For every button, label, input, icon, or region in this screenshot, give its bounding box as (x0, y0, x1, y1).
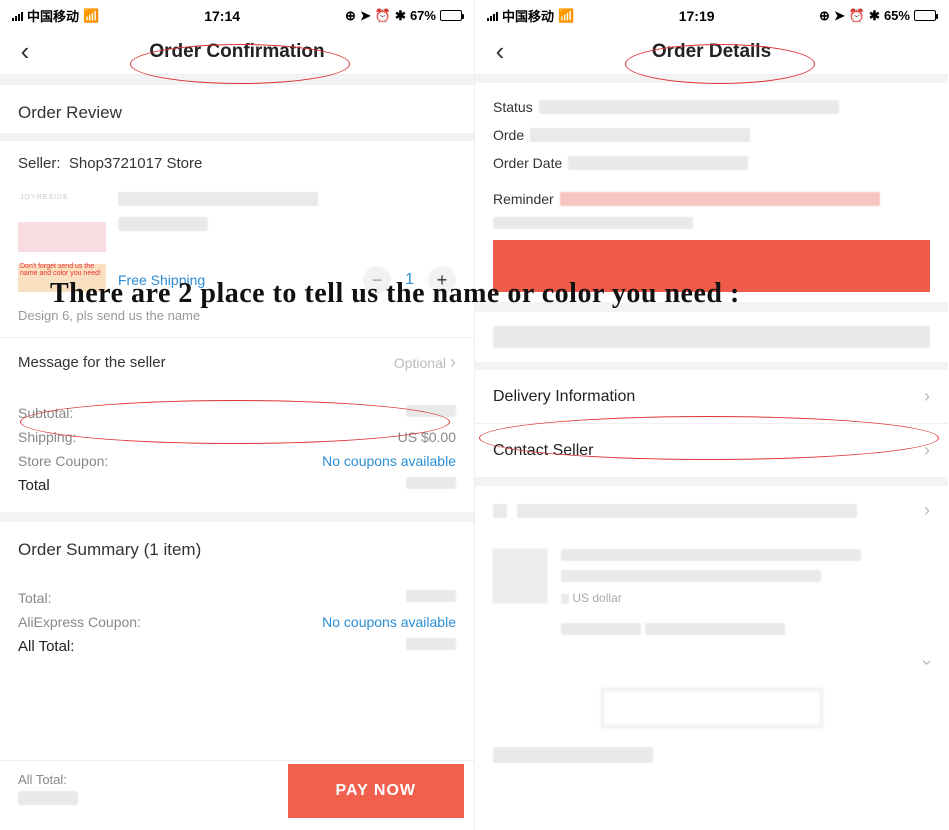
pay-now-button[interactable]: PAY NOW (288, 764, 465, 818)
rotation-lock-icon: ⊕ (819, 8, 830, 24)
product-thumbnail[interactable] (493, 549, 547, 603)
page-title: Order Details (652, 41, 771, 63)
order-action-button[interactable] (602, 689, 822, 727)
alarm-icon: ⏰ (849, 8, 865, 24)
seller-label: Seller: (18, 155, 61, 172)
store-coupon-value[interactable]: No coupons available (322, 453, 456, 469)
message-for-seller-row[interactable]: Message for the seller Optional › (0, 337, 474, 387)
chevron-right-icon: › (924, 440, 930, 461)
currency-hint: US dollar (572, 591, 621, 605)
status-bar: 中国移动 📶 17:19 ⊕ ➤ ⏰ ✱ 65% (475, 0, 948, 29)
store-row[interactable]: › (475, 486, 948, 535)
variant-note: Design 6, pls send us the name (0, 300, 474, 337)
qty-minus-button[interactable]: − (363, 266, 391, 294)
phone-order-confirmation: 中国移动 📶 17:14 ⊕ ➤ ⏰ ✱ 67% ‹ Order Confirm… (0, 0, 474, 830)
bluetooth-icon: ✱ (395, 8, 406, 24)
shipping-label2: Shipping: (18, 429, 76, 445)
battery-icon (440, 10, 462, 21)
product-row[interactable]: JOYRESIDE Don't forget send us the name … (0, 186, 474, 300)
delivery-info-row[interactable]: Delivery Information › (475, 370, 948, 424)
signal-icon (12, 11, 23, 21)
battery-pct: 67% (410, 8, 436, 23)
qty-value: 1 (405, 271, 414, 289)
seller-name: Shop3721017 Store (69, 155, 202, 172)
order-summary-heading: Order Summary (1 item) (0, 522, 474, 572)
back-button[interactable]: ‹ (10, 37, 40, 67)
shipping-label: Free Shipping (118, 272, 205, 288)
rotation-lock-icon: ⊕ (345, 8, 356, 24)
price-calc-block: Subtotal: Shipping: US $0.00 Store Coupon… (0, 387, 474, 512)
bottombar-total-label: All Total: (18, 772, 78, 787)
order-date-label: Order Date (493, 155, 562, 171)
page-title: Order Confirmation (149, 41, 324, 63)
status-bar: 中国移动 📶 17:14 ⊕ ➤ ⏰ ✱ 67% (0, 0, 474, 29)
bottom-bar: All Total: PAY NOW (0, 760, 474, 820)
seller-row: Seller: Shop3721017 Store (0, 141, 474, 186)
reminder-label: Reminder (493, 191, 554, 207)
chevron-right-icon: › (924, 386, 930, 407)
contact-seller-row[interactable]: Contact Seller › (475, 424, 948, 478)
order-label: Orde (493, 127, 524, 143)
all-total-label: All Total: (18, 638, 74, 655)
wifi-icon: 📶 (558, 8, 574, 24)
summary-block: Total: AliExpress Coupon: No coupons avai… (0, 572, 474, 673)
status-label: Status (493, 99, 533, 115)
product-price-blur (118, 217, 208, 231)
ali-coupon-label: AliExpress Coupon: (18, 614, 141, 630)
contact-label: Contact Seller (493, 442, 594, 460)
carrier-label: 中国移动 (502, 6, 554, 25)
location-icon: ➤ (834, 8, 845, 24)
status-time: 17:19 (679, 8, 715, 24)
back-button[interactable]: ‹ (485, 37, 515, 67)
wifi-icon: 📶 (83, 8, 99, 24)
red-banner (493, 240, 930, 292)
qty-plus-button[interactable]: + (428, 266, 456, 294)
order-meta-block: Status Orde Order Date Reminder (475, 83, 948, 302)
shipping-value: US $0.00 (398, 429, 456, 445)
phone-order-details: 中国移动 📶 17:19 ⊕ ➤ ⏰ ✱ 65% ‹ Order Details… (474, 0, 948, 830)
chevron-right-icon: › (450, 352, 456, 373)
chevron-right-icon: › (924, 500, 930, 521)
nav-bar: ‹ Order Confirmation (0, 29, 474, 75)
status-time: 17:14 (204, 8, 240, 24)
signal-icon (487, 11, 498, 21)
location-icon: ➤ (360, 8, 371, 24)
total-label: Total (18, 477, 50, 494)
alarm-icon: ⏰ (375, 8, 391, 24)
product-title-blur (118, 192, 318, 206)
delivery-label: Delivery Information (493, 388, 635, 406)
message-seller-placeholder: Optional (394, 355, 446, 371)
ordered-product-row[interactable]: US dollar (475, 535, 948, 652)
summary-total-label: Total: (18, 590, 51, 606)
address-blur (493, 326, 930, 348)
ali-coupon-value[interactable]: No coupons available (322, 614, 456, 630)
bluetooth-icon: ✱ (869, 8, 880, 24)
nav-bar: ‹ Order Details (475, 29, 948, 75)
carrier-label: 中国移动 (27, 6, 79, 25)
message-seller-label: Message for the seller (18, 354, 166, 371)
chevron-down-icon[interactable]: › (917, 660, 938, 666)
order-review-heading: Order Review (0, 85, 474, 133)
product-thumbnail[interactable]: JOYRESIDE Don't forget send us the name … (18, 192, 106, 292)
battery-pct: 65% (884, 8, 910, 23)
battery-icon (914, 10, 936, 21)
store-coupon-label: Store Coupon: (18, 453, 108, 469)
subtotal-label: Subtotal: (18, 405, 73, 421)
